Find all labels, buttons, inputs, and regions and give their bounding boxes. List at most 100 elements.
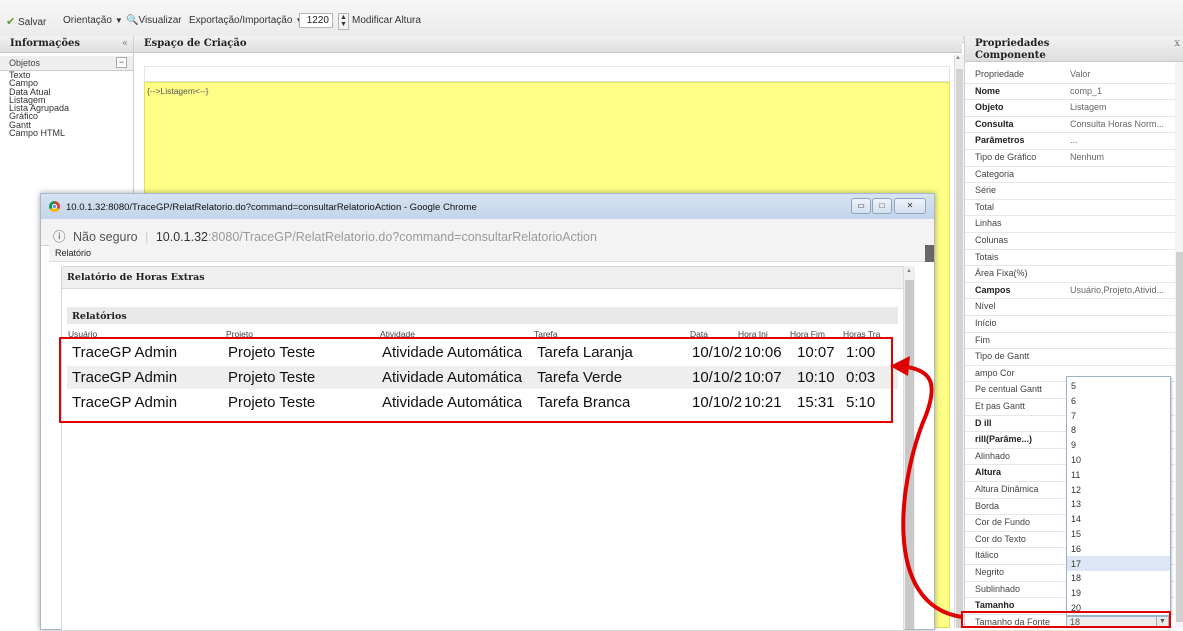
property-row[interactable]: Nível: [965, 298, 1175, 316]
font-size-option[interactable]: 14: [1067, 511, 1170, 526]
highlight-rows-box: [59, 337, 893, 423]
caret-down-icon: ▼: [114, 16, 123, 25]
font-size-option[interactable]: 15: [1067, 526, 1170, 541]
property-name: Tipo de Gantt: [975, 351, 1030, 362]
window-titlebar[interactable]: 10.0.1.32:8080/TraceGP/RelatRelatorio.do…: [41, 194, 934, 219]
red-arrow-annotation: [890, 356, 963, 619]
font-size-option[interactable]: 18: [1067, 570, 1170, 585]
objects-header[interactable]: Objetos −: [0, 56, 133, 71]
checkmark-icon: ✔: [6, 16, 16, 28]
property-row[interactable]: Tipo de Gráfico Nenhum: [965, 149, 1175, 167]
property-name: Início: [975, 318, 997, 328]
scroll-up-icon[interactable]: ▲: [906, 268, 912, 274]
font-size-option[interactable]: 10: [1067, 452, 1170, 467]
property-row[interactable]: Total: [965, 199, 1175, 217]
font-size-option[interactable]: 8: [1067, 422, 1170, 437]
info-icon[interactable]: ⓘ: [53, 230, 66, 244]
preview-button[interactable]: 🔍Visualizar: [126, 15, 182, 26]
property-name: Área Fixa(%): [975, 268, 1028, 279]
report-content: Relatório de Horas Extras Relatórios Usu…: [61, 266, 904, 631]
font-size-option[interactable]: 12: [1067, 482, 1170, 497]
property-row[interactable]: Objeto Listagem: [965, 99, 1175, 117]
info-panel-header: Informações «: [0, 36, 133, 53]
scrollbar-thumb[interactable]: [1176, 252, 1183, 622]
font-size-option[interactable]: 17: [1067, 555, 1170, 571]
chrome-icon: [49, 201, 60, 212]
property-row[interactable]: Início: [965, 315, 1175, 333]
highlight-font-size-box: [961, 611, 1171, 628]
font-size-option[interactable]: 9: [1067, 437, 1170, 452]
minimize-button[interactable]: ▭: [851, 198, 871, 214]
property-value: Consulta Horas Norm...: [1070, 118, 1165, 129]
property-name: Nome: [975, 85, 1001, 96]
export-import-menu[interactable]: Exportação/Importação▼: [189, 15, 303, 26]
property-row[interactable]: Fim: [965, 332, 1175, 350]
property-name: Fim: [975, 334, 990, 345]
address-bar[interactable]: ⓘ Não seguro | 10.0.1.32:8080/TraceGP/Re…: [41, 219, 934, 246]
property-name: Total: [975, 201, 995, 212]
property-name: Consulta: [975, 118, 1014, 129]
property-name: Altura Dinâmica: [975, 484, 1039, 494]
objects-list: Texto Campo Data Atual Listagem Lista Agrupa…: [0, 70, 133, 137]
property-name: Sublinhado: [975, 583, 1021, 594]
canvas-ruler: [144, 66, 950, 82]
property-name: Objeto: [975, 102, 1004, 113]
properties-header: Propriedades Componente x: [965, 36, 1183, 62]
property-row[interactable]: Linhas: [965, 215, 1175, 233]
font-size-option[interactable]: 11: [1067, 467, 1170, 482]
property-name: ampo Cor: [975, 367, 1015, 378]
object-item[interactable]: Campo HTML: [0, 128, 133, 137]
height-input[interactable]: 1220: [299, 13, 333, 28]
arrow-curve: [899, 364, 963, 619]
property-name: Série: [975, 185, 997, 196]
properties-header-row: Propriedade Valor: [965, 66, 1175, 84]
scroll-up-icon[interactable]: ▲: [955, 55, 961, 61]
property-row[interactable]: Série: [965, 182, 1175, 200]
creation-space-header: Espaço de Criação: [134, 36, 962, 53]
properties-scrollbar[interactable]: [1175, 62, 1183, 628]
property-name: Categoria: [975, 168, 1015, 179]
property-row[interactable]: Consulta Consulta Horas Norm...: [965, 116, 1175, 134]
breadcrumb: Relatório: [49, 245, 934, 262]
property-name: Pe centual Gantt: [975, 384, 1043, 395]
font-size-option[interactable]: 19: [1067, 585, 1170, 600]
property-value: ...: [1070, 135, 1078, 146]
property-row[interactable]: Categoria: [965, 166, 1175, 184]
reports-section-title: Relatórios: [67, 307, 898, 324]
font-size-option[interactable]: 5: [1067, 378, 1170, 393]
property-row[interactable]: Parâmetros...: [965, 132, 1175, 150]
value-column-header: Valor: [1070, 69, 1091, 79]
minus-icon[interactable]: −: [116, 57, 127, 68]
property-row[interactable]: Tipo de Gantt: [965, 348, 1175, 366]
font-size-option[interactable]: 16: [1067, 541, 1170, 556]
property-name: Colunas: [975, 235, 1009, 245]
close-icon[interactable]: x: [1174, 38, 1180, 50]
property-row[interactable]: Área Fixa(%): [965, 265, 1175, 283]
report-title: Relatório de Horas Extras: [62, 267, 903, 289]
font-size-option[interactable]: 6: [1067, 393, 1170, 408]
font-size-dropdown-list[interactable]: 5 6 7 8 9 10 11 12 13 14 15 16 17 18 19 20: [1066, 376, 1171, 616]
font-size-option[interactable]: 13: [1067, 496, 1170, 511]
property-row[interactable]: Campos Usuário,Projeto,Ativid...: [965, 282, 1175, 300]
modify-height-button[interactable]: Modificar Altura: [352, 15, 421, 26]
height-spinner[interactable]: ▲ ▼: [338, 13, 349, 30]
collapse-icon[interactable]: «: [122, 36, 128, 52]
save-button[interactable]: ✔ Salvar: [6, 15, 46, 28]
close-window-button[interactable]: ✕: [894, 198, 926, 214]
property-name: rill(Parâme...): [975, 434, 1033, 445]
maximize-button[interactable]: □: [872, 198, 892, 214]
font-size-option[interactable]: 7: [1067, 408, 1170, 423]
property-name: Tipo de Gráfico: [975, 152, 1037, 162]
property-value: Nenhum: [1070, 152, 1105, 162]
property-name: Alinhado: [975, 450, 1011, 461]
property-row[interactable]: Totais: [965, 249, 1175, 267]
property-value: Usuário,Projeto,Ativid...: [1070, 284, 1165, 295]
property-name: Cor do Texto: [975, 533, 1026, 544]
property-value: comp_1: [1070, 85, 1103, 96]
property-column-header: Propriedade: [975, 69, 1025, 79]
property-value: Listagem: [1070, 102, 1107, 113]
scrollbar-top: [925, 245, 934, 262]
orientation-menu[interactable]: Orientação ▼: [63, 15, 123, 26]
property-row[interactable]: Nome comp_1: [965, 83, 1175, 101]
property-row[interactable]: Colunas: [965, 232, 1175, 250]
